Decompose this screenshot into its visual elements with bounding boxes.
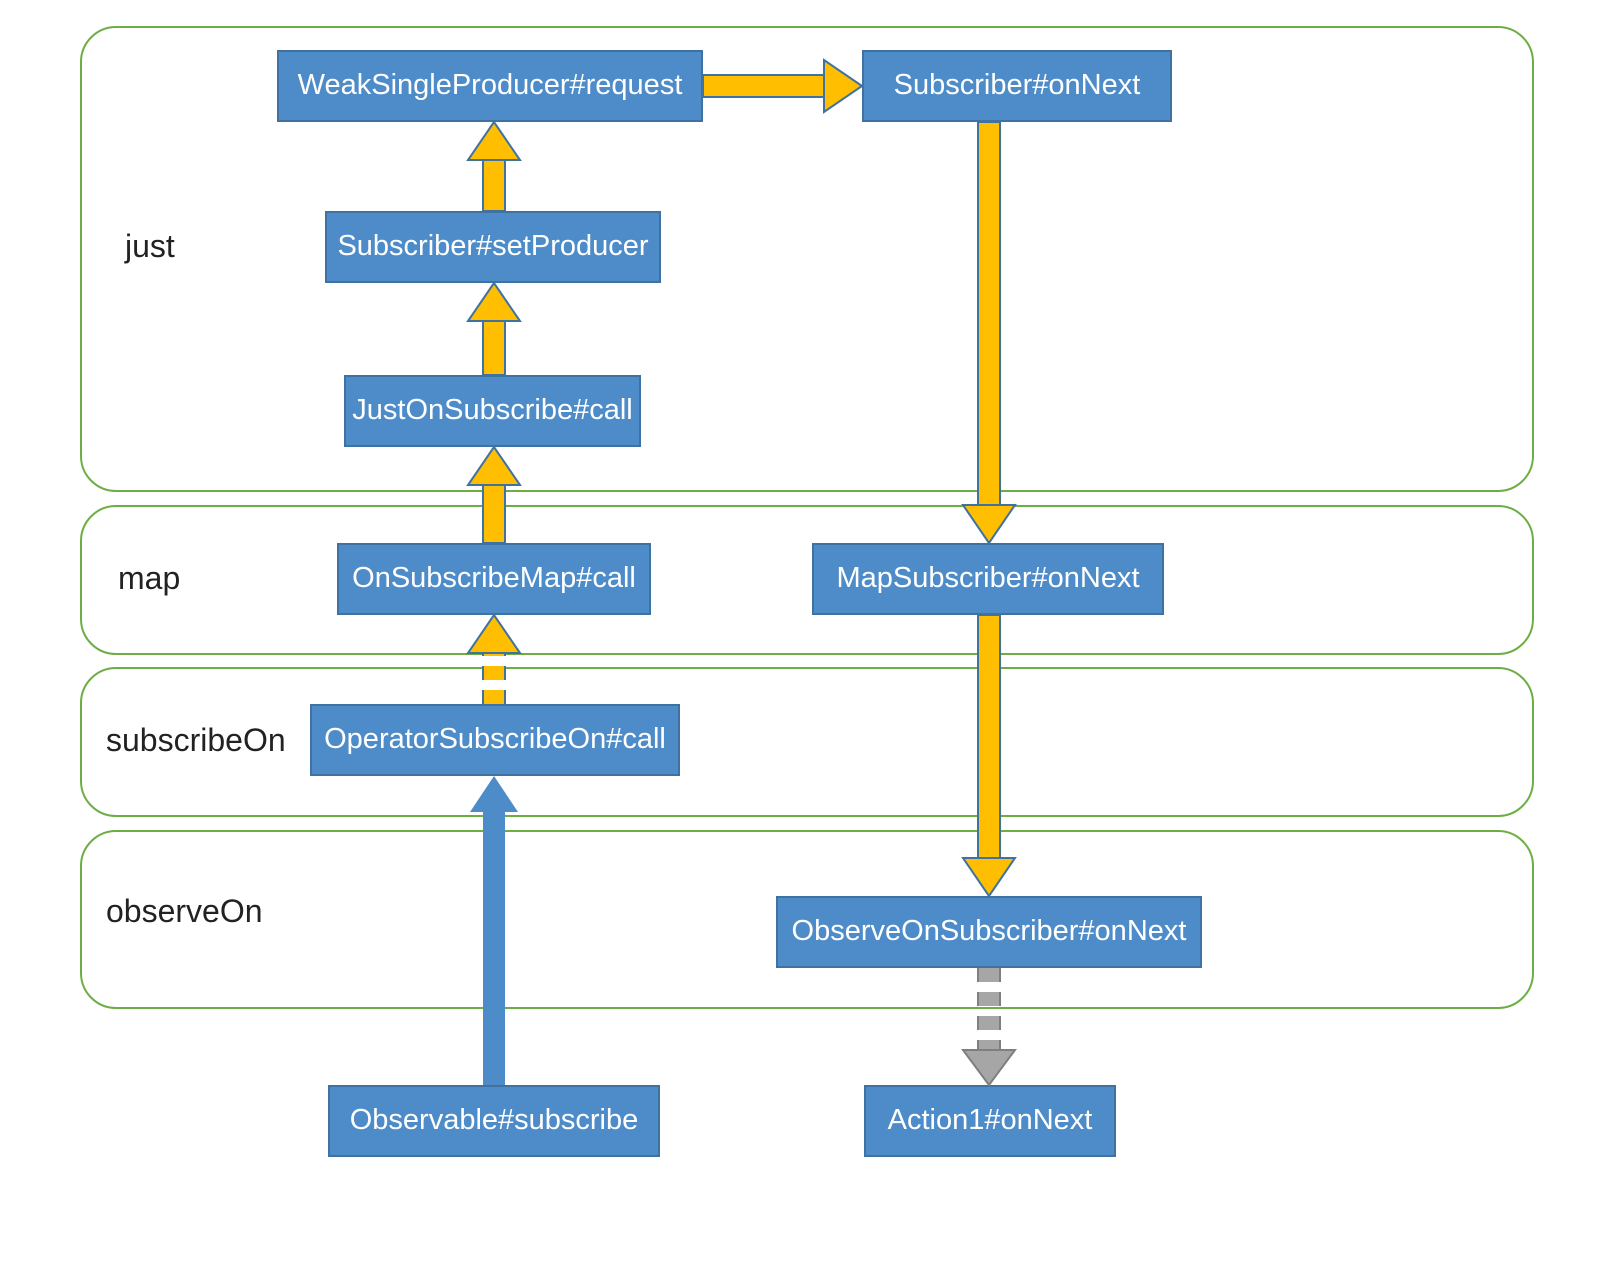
node-label: Observable#subscribe xyxy=(350,1104,639,1137)
node-operatorSubscribeOnCall: OperatorSubscribeOn#call xyxy=(310,704,680,776)
region-observeOn-label: observeOn xyxy=(106,893,263,930)
node-observableSubscribe: Observable#subscribe xyxy=(328,1085,660,1157)
node-label: Subscriber#onNext xyxy=(894,69,1141,102)
region-map-label: map xyxy=(118,560,180,597)
node-label: MapSubscriber#onNext xyxy=(836,562,1139,595)
region-subscribeOn xyxy=(80,667,1534,817)
node-mapSubscriberOnNext: MapSubscriber#onNext xyxy=(812,543,1164,615)
node-justOnSubscribeCall: JustOnSubscribe#call xyxy=(344,375,641,447)
region-map xyxy=(80,505,1534,655)
node-subscriberOnNext: Subscriber#onNext xyxy=(862,50,1172,122)
node-label: JustOnSubscribe#call xyxy=(352,394,632,427)
node-label: Subscriber#setProducer xyxy=(337,230,648,263)
node-label: ObserveOnSubscriber#onNext xyxy=(792,915,1187,948)
node-label: Action1#onNext xyxy=(888,1104,1093,1137)
node-label: WeakSingleProducer#request xyxy=(298,69,683,102)
region-subscribeOn-label: subscribeOn xyxy=(106,722,286,759)
node-observeOnSubscriberOnNext: ObserveOnSubscriber#onNext xyxy=(776,896,1202,968)
node-label: OnSubscribeMap#call xyxy=(352,562,636,595)
node-subscriberSetProducer: Subscriber#setProducer xyxy=(325,211,661,283)
region-just-label: just xyxy=(125,228,175,265)
node-weakSingleProducerRequest: WeakSingleProducer#request xyxy=(277,50,703,122)
node-label: OperatorSubscribeOn#call xyxy=(324,723,666,756)
node-action1OnNext: Action1#onNext xyxy=(864,1085,1116,1157)
node-onSubscribeMapCall: OnSubscribeMap#call xyxy=(337,543,651,615)
